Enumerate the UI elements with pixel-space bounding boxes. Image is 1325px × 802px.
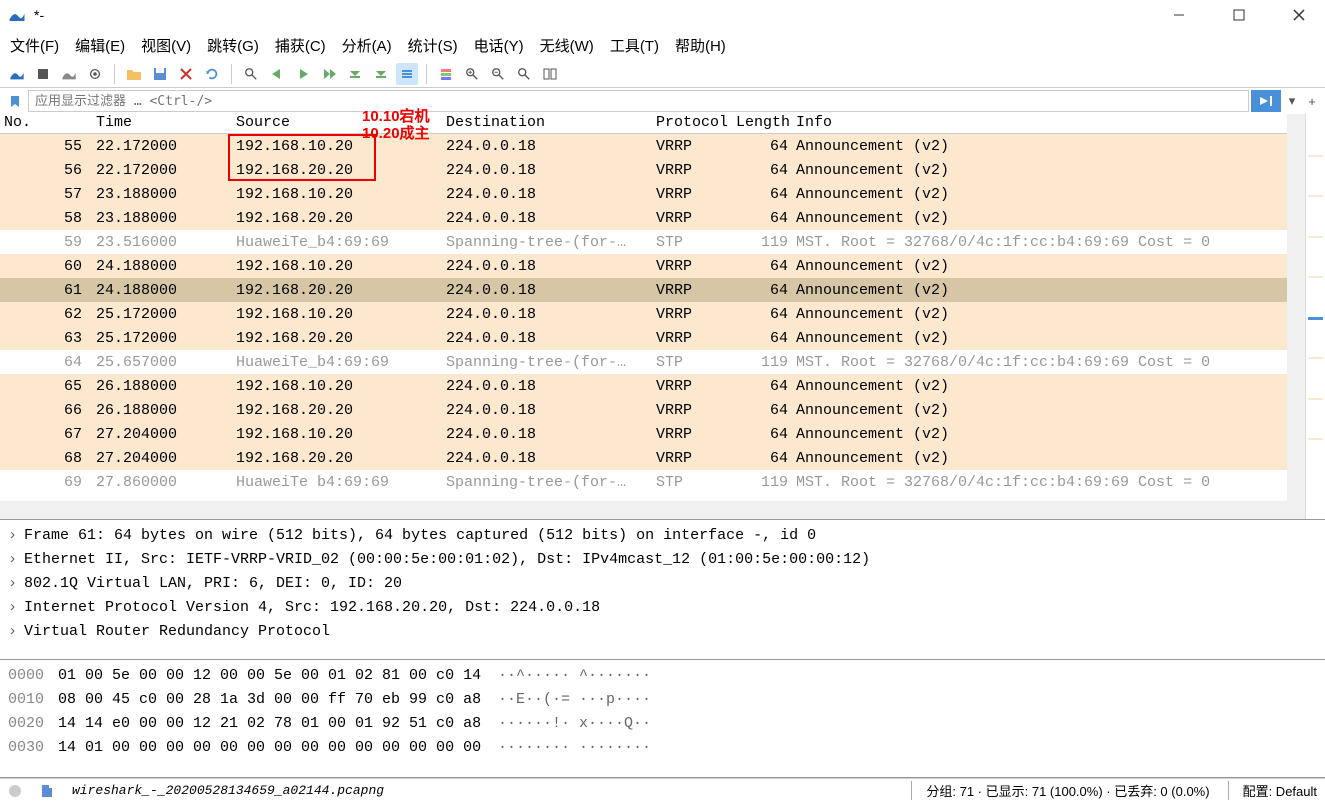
close-button[interactable]: [1281, 1, 1317, 29]
zoom-in-button[interactable]: [461, 63, 483, 85]
menubar: 文件(F) 编辑(E) 视图(V) 跳转(G) 捕获(C) 分析(A) 统计(S…: [0, 30, 1325, 60]
menu-edit[interactable]: 编辑(E): [75, 35, 125, 56]
statusbar: wireshark_-_20200528134659_a02144.pcapng…: [0, 778, 1325, 802]
hex-row[interactable]: 003014 01 00 00 00 00 00 00 00 00 00 00 …: [8, 736, 1317, 760]
go-back-button[interactable]: [266, 63, 288, 85]
expand-arrow-icon[interactable]: ›: [8, 572, 24, 596]
save-file-button[interactable]: [149, 63, 171, 85]
packet-details-pane[interactable]: ›Frame 61: 64 bytes on wire (512 bits), …: [0, 520, 1325, 660]
go-last-button[interactable]: [370, 63, 392, 85]
packet-list-scrollbar[interactable]: [1287, 114, 1305, 519]
menu-help[interactable]: 帮助(H): [675, 35, 726, 56]
go-to-packet-button[interactable]: [318, 63, 340, 85]
detail-row[interactable]: ›802.1Q Virtual LAN, PRI: 6, DEI: 0, ID:…: [8, 572, 1317, 596]
packet-list-hscroll[interactable]: [0, 501, 1325, 519]
detail-row[interactable]: ›Virtual Router Redundancy Protocol: [8, 620, 1317, 644]
zoom-reset-button[interactable]: [513, 63, 535, 85]
find-button[interactable]: [240, 63, 262, 85]
expand-arrow-icon[interactable]: ›: [8, 524, 24, 548]
add-filter-button[interactable]: +: [1303, 94, 1321, 109]
filter-bar: ▾ +: [0, 88, 1325, 114]
packet-list-body[interactable]: 5522.172000192.168.10.20224.0.0.18VRRP64…: [0, 134, 1325, 501]
menu-analyze[interactable]: 分析(A): [342, 35, 392, 56]
packet-row[interactable]: 5622.172000192.168.20.20224.0.0.18VRRP64…: [0, 158, 1325, 182]
packet-row[interactable]: 5723.188000192.168.10.20224.0.0.18VRRP64…: [0, 182, 1325, 206]
expand-arrow-icon[interactable]: ›: [8, 620, 24, 644]
col-header-length[interactable]: Length: [732, 114, 792, 133]
col-header-protocol[interactable]: Protocol: [652, 114, 732, 133]
menu-view[interactable]: 视图(V): [141, 35, 191, 56]
go-first-button[interactable]: [344, 63, 366, 85]
packet-row[interactable]: 6024.188000192.168.10.20224.0.0.18VRRP64…: [0, 254, 1325, 278]
col-header-destination[interactable]: Destination: [442, 114, 652, 133]
status-profile[interactable]: 配置: Default: [1228, 781, 1317, 800]
packet-row[interactable]: 6927.860000HuaweiTe b4:69:69Spanning-tre…: [0, 470, 1325, 494]
col-header-info[interactable]: Info: [792, 114, 1287, 133]
toolbar: [0, 60, 1325, 88]
col-header-time[interactable]: Time: [92, 114, 232, 133]
menu-statistics[interactable]: 统计(S): [408, 35, 458, 56]
minimap[interactable]: [1305, 114, 1325, 519]
packet-row[interactable]: 6526.188000192.168.10.20224.0.0.18VRRP64…: [0, 374, 1325, 398]
packet-row[interactable]: 6225.172000192.168.10.20224.0.0.18VRRP64…: [0, 302, 1325, 326]
display-filter-input[interactable]: [28, 90, 1249, 112]
packet-row[interactable]: 5823.188000192.168.20.20224.0.0.18VRRP64…: [0, 206, 1325, 230]
status-packets: 分组: 71 · 已显示: 71 (100.0%) · 已丢弃: 0 (0.0%…: [911, 781, 1209, 800]
colorize-button[interactable]: [435, 63, 457, 85]
packet-bytes-pane[interactable]: 000001 00 5e 00 00 12 00 00 5e 00 01 02 …: [0, 660, 1325, 778]
packet-list-header: No. Time Source Destination Protocol Len…: [0, 114, 1287, 134]
resize-columns-button[interactable]: [539, 63, 561, 85]
hex-row[interactable]: 001008 00 45 c0 00 28 1a 3d 00 00 ff 70 …: [8, 688, 1317, 712]
col-header-no[interactable]: No.: [0, 114, 92, 133]
zoom-out-button[interactable]: [487, 63, 509, 85]
packet-row[interactable]: 5923.516000HuaweiTe_b4:69:69Spanning-tre…: [0, 230, 1325, 254]
hex-row[interactable]: 000001 00 5e 00 00 12 00 00 5e 00 01 02 …: [8, 664, 1317, 688]
expand-arrow-icon[interactable]: ›: [8, 596, 24, 620]
menu-file[interactable]: 文件(F): [10, 35, 59, 56]
auto-scroll-button[interactable]: [396, 63, 418, 85]
titlebar: *-: [0, 0, 1325, 30]
packet-row[interactable]: 6425.657000HuaweiTe_b4:69:69Spanning-tre…: [0, 350, 1325, 374]
menu-go[interactable]: 跳转(G): [207, 35, 259, 56]
detail-row[interactable]: ›Ethernet II, Src: IETF-VRRP-VRID_02 (00…: [8, 548, 1317, 572]
packet-row[interactable]: 6626.188000192.168.20.20224.0.0.18VRRP64…: [0, 398, 1325, 422]
capture-file-icon: [40, 784, 54, 798]
maximize-button[interactable]: [1221, 1, 1257, 29]
packet-row[interactable]: 5522.172000192.168.10.20224.0.0.18VRRP64…: [0, 134, 1325, 158]
reload-button[interactable]: [201, 63, 223, 85]
menu-tools[interactable]: 工具(T): [610, 35, 659, 56]
col-header-source[interactable]: Source: [232, 114, 442, 133]
apply-filter-button[interactable]: [1251, 90, 1281, 112]
open-file-button[interactable]: [123, 63, 145, 85]
close-file-button[interactable]: [175, 63, 197, 85]
hex-row[interactable]: 002014 14 e0 00 00 12 21 02 78 01 00 01 …: [8, 712, 1317, 736]
detail-row[interactable]: ›Frame 61: 64 bytes on wire (512 bits), …: [8, 524, 1317, 548]
wireshark-logo-icon: [8, 6, 26, 24]
detail-row[interactable]: ›Internet Protocol Version 4, Src: 192.1…: [8, 596, 1317, 620]
start-capture-button[interactable]: [6, 63, 28, 85]
minimize-button[interactable]: [1161, 1, 1197, 29]
expression-hint[interactable]: ▾: [1283, 93, 1301, 109]
expand-arrow-icon[interactable]: ›: [8, 548, 24, 572]
menu-capture[interactable]: 捕获(C): [275, 35, 326, 56]
packet-list-pane: No. Time Source Destination Protocol Len…: [0, 114, 1325, 520]
window-title: *-: [34, 7, 1161, 23]
packet-row[interactable]: 6325.172000192.168.20.20224.0.0.18VRRP64…: [0, 326, 1325, 350]
packet-row[interactable]: 6124.188000192.168.20.20224.0.0.18VRRP64…: [0, 278, 1325, 302]
bookmark-filter-button[interactable]: [4, 90, 26, 112]
restart-capture-button[interactable]: [58, 63, 80, 85]
packet-row[interactable]: 6727.204000192.168.10.20224.0.0.18VRRP64…: [0, 422, 1325, 446]
expert-info-icon[interactable]: [8, 784, 22, 798]
packet-row[interactable]: 6827.204000192.168.20.20224.0.0.18VRRP64…: [0, 446, 1325, 470]
status-filename: wireshark_-_20200528134659_a02144.pcapng: [72, 783, 893, 798]
menu-telephony[interactable]: 电话(Y): [474, 35, 524, 56]
menu-wireless[interactable]: 无线(W): [540, 35, 594, 56]
capture-options-button[interactable]: [84, 63, 106, 85]
stop-capture-button[interactable]: [32, 63, 54, 85]
go-forward-button[interactable]: [292, 63, 314, 85]
